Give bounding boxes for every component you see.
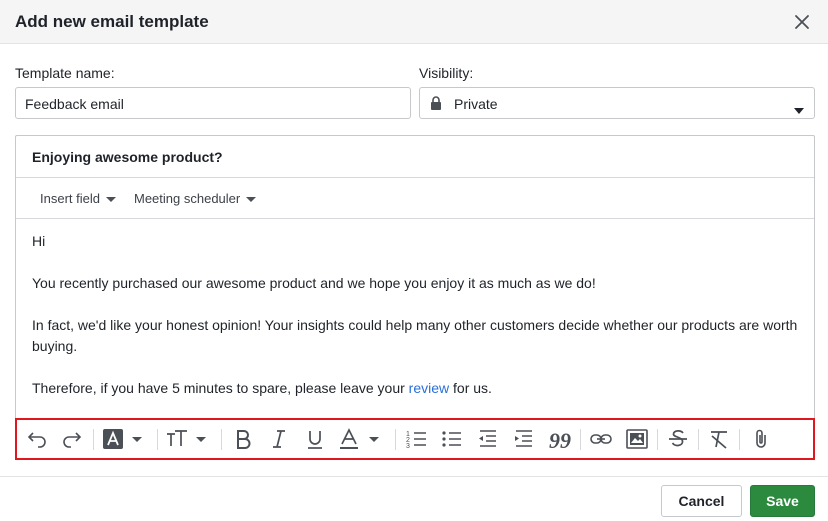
toolbar-divider — [157, 429, 158, 450]
subject-text: Enjoying awesome product? — [32, 149, 223, 165]
email-body[interactable]: Hi You recently purchased our awesome pr… — [32, 231, 802, 420]
subject-field[interactable]: Enjoying awesome product? — [16, 136, 814, 178]
dialog-title: Add new email template — [15, 12, 209, 31]
field-bar: Insert field Meeting scheduler — [16, 178, 814, 219]
toolbar-divider — [739, 429, 740, 450]
body-paragraph-2: In fact, we'd like your honest opinion! … — [32, 317, 798, 354]
template-name-input[interactable]: Feedback email — [15, 87, 411, 119]
link-icon[interactable] — [590, 428, 612, 450]
clear-formatting-icon[interactable] — [708, 428, 730, 450]
insert-field-dropdown[interactable]: Insert field — [40, 191, 116, 206]
redo-icon[interactable] — [60, 428, 84, 450]
toolbar-divider — [580, 429, 581, 450]
template-name-label: Template name: — [15, 65, 115, 81]
font-size-icon[interactable] — [166, 428, 210, 450]
visibility-select[interactable]: Private — [419, 87, 815, 119]
outdent-icon[interactable] — [477, 428, 499, 450]
toolbar-divider — [93, 429, 94, 450]
body-greeting: Hi — [32, 233, 46, 249]
toolbar-divider — [221, 429, 222, 450]
visibility-value: Private — [454, 96, 498, 112]
dialog-header: Add new email template — [0, 0, 828, 44]
insert-field-label: Insert field — [40, 191, 100, 206]
chevron-down-icon — [794, 101, 804, 117]
toolbar-divider — [395, 429, 396, 450]
visibility-label: Visibility: — [419, 65, 474, 81]
underline-icon[interactable] — [304, 428, 326, 450]
body-paragraph-3: Therefore, if you have 5 minutes to spar… — [32, 378, 802, 399]
numbered-list-icon[interactable]: 123 — [405, 428, 427, 450]
paragraph-3-end: for us. — [449, 380, 492, 396]
template-name-value: Feedback email — [25, 96, 124, 112]
svg-text:3: 3 — [406, 443, 410, 450]
lock-icon — [430, 96, 442, 113]
bold-icon[interactable] — [232, 428, 254, 450]
meeting-scheduler-dropdown[interactable]: Meeting scheduler — [134, 191, 257, 206]
attachment-icon[interactable] — [750, 428, 772, 450]
text-color-icon[interactable] — [339, 428, 381, 450]
undo-icon[interactable] — [25, 428, 49, 450]
meeting-scheduler-label: Meeting scheduler — [134, 191, 241, 206]
image-icon[interactable] — [626, 428, 648, 450]
toolbar-divider — [698, 429, 699, 450]
quote-icon[interactable]: 99 — [549, 428, 571, 450]
cancel-button[interactable]: Cancel — [661, 485, 742, 517]
dialog-footer: Cancel Save — [0, 476, 828, 521]
caret-down-icon — [246, 197, 257, 203]
strikethrough-icon[interactable] — [667, 428, 689, 450]
svg-text:99: 99 — [549, 428, 571, 450]
body-paragraph-1: You recently purchased our awesome produ… — [32, 275, 596, 291]
italic-icon[interactable] — [268, 428, 290, 450]
close-icon[interactable] — [792, 12, 812, 32]
indent-icon[interactable] — [513, 428, 535, 450]
paragraph-3-text: Therefore, if you have 5 minutes to spar… — [32, 380, 409, 396]
caret-down-icon — [105, 197, 116, 203]
formatting-toolbar: 123 99 — [15, 418, 815, 460]
save-button[interactable]: Save — [750, 485, 815, 517]
bulleted-list-icon[interactable] — [441, 428, 463, 450]
review-link[interactable]: review — [409, 380, 449, 396]
highlight-color-icon[interactable] — [102, 428, 144, 450]
toolbar-divider — [657, 429, 658, 450]
